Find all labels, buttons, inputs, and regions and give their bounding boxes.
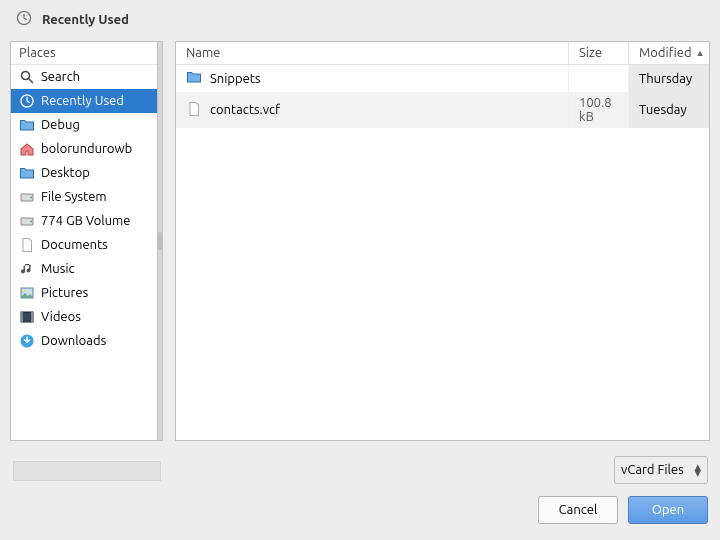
file-icon	[186, 101, 202, 120]
search-icon	[19, 69, 35, 85]
sidebar-item-desktop[interactable]: Desktop	[11, 161, 157, 185]
sidebar-item-label: Pictures	[41, 286, 88, 300]
sidebar-item-debug[interactable]: Debug	[11, 113, 157, 137]
table-row[interactable]: Snippets Thursday	[176, 65, 709, 92]
sidebar-item-pictures[interactable]: Pictures	[11, 281, 157, 305]
sidebar-item-filesystem[interactable]: File System	[11, 185, 157, 209]
spinner-icon: ▴▾	[694, 464, 701, 476]
bookmark-drop-area[interactable]	[13, 461, 161, 481]
file-size: 100.8 kB	[579, 96, 618, 124]
sidebar-item-label: bolorundurowb	[41, 142, 132, 156]
music-icon	[19, 261, 35, 277]
list-header: Name Size Modified ▲	[176, 42, 709, 65]
places-sidebar: Places Search Recently Used Debug boloru…	[10, 41, 158, 441]
file-type-filter[interactable]: vCard Files ▴▾	[614, 456, 708, 484]
file-modified: Tuesday	[639, 103, 687, 117]
sidebar-item-volume[interactable]: 774 GB Volume	[11, 209, 157, 233]
folder-icon	[19, 117, 35, 133]
sidebar-item-label: Desktop	[41, 166, 90, 180]
sort-asc-icon: ▲	[696, 48, 705, 58]
folder-icon	[186, 69, 202, 88]
download-icon	[19, 333, 35, 349]
filter-label: vCard Files	[621, 463, 684, 477]
file-modified: Thursday	[639, 72, 692, 86]
file-name: Snippets	[210, 72, 261, 86]
column-modified[interactable]: Modified ▲	[629, 42, 709, 65]
video-icon	[19, 309, 35, 325]
sidebar-item-documents[interactable]: Documents	[11, 233, 157, 257]
sidebar-item-label: Debug	[41, 118, 80, 132]
sidebar-item-recently-used[interactable]: Recently Used	[11, 89, 157, 113]
sidebar-item-label: File System	[41, 190, 107, 204]
clock-icon	[16, 10, 32, 29]
main-area: Places Search Recently Used Debug boloru…	[0, 41, 720, 441]
sidebar-item-label: Recently Used	[41, 94, 124, 108]
drive-icon	[19, 213, 35, 229]
sidebar-item-label: Music	[41, 262, 75, 276]
page-title: Recently Used	[42, 13, 129, 27]
cancel-button[interactable]: Cancel	[538, 496, 618, 524]
home-icon	[19, 141, 35, 157]
sidebar-item-label: Videos	[41, 310, 81, 324]
sidebar-item-search[interactable]: Search	[11, 65, 157, 89]
sidebar-item-downloads[interactable]: Downloads	[11, 329, 157, 353]
file-list: Name Size Modified ▲ Snippets Thursday c…	[175, 41, 710, 441]
drive-icon	[19, 189, 35, 205]
sidebar-item-label: 774 GB Volume	[41, 214, 130, 228]
sidebar-item-label: Documents	[41, 238, 108, 252]
file-icon	[19, 237, 35, 253]
open-button[interactable]: Open	[628, 496, 708, 524]
column-name[interactable]: Name	[176, 42, 569, 65]
column-size[interactable]: Size	[569, 42, 629, 65]
pictures-icon	[19, 285, 35, 301]
sidebar-item-videos[interactable]: Videos	[11, 305, 157, 329]
sidebar-scroll-gutter[interactable]	[158, 41, 163, 441]
folder-icon	[19, 165, 35, 181]
table-row[interactable]: contacts.vcf 100.8 kB Tuesday	[176, 92, 709, 128]
footer: vCard Files ▴▾ Cancel Open	[0, 441, 720, 531]
file-name: contacts.vcf	[210, 103, 280, 117]
sidebar-item-label: Search	[41, 70, 80, 84]
sidebar-item-music[interactable]: Music	[11, 257, 157, 281]
sidebar-header: Places	[11, 42, 157, 65]
sidebar-item-label: Downloads	[41, 334, 106, 348]
clock-icon	[19, 93, 35, 109]
titlebar: Recently Used	[0, 0, 720, 41]
sidebar-item-home[interactable]: bolorundurowb	[11, 137, 157, 161]
